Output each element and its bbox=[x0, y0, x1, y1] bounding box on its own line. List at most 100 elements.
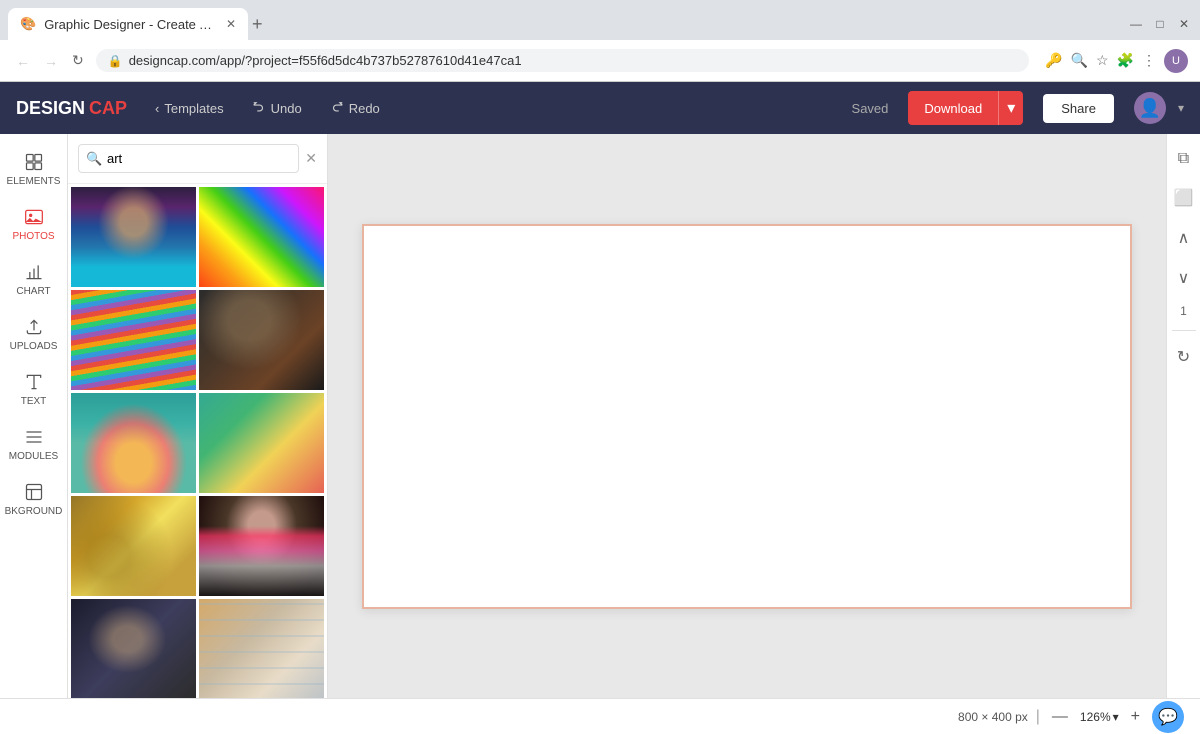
url-bar[interactable]: 🔒 designcap.com/app/?project=f55f6d5dc4b… bbox=[96, 49, 1029, 72]
chevron-left-icon: ‹ bbox=[155, 101, 159, 116]
password-icon[interactable]: 🔑 bbox=[1045, 52, 1062, 69]
undo-label: Undo bbox=[271, 101, 302, 116]
canvas[interactable] bbox=[362, 224, 1132, 609]
browser-profile[interactable]: U bbox=[1164, 49, 1188, 73]
search-bar-container: 🔍 ✕ bbox=[68, 134, 327, 184]
app-shell: DESIGNCAP ‹ Templates Undo Redo Saved Do… bbox=[0, 82, 1200, 734]
chat-icon: 💬 bbox=[1158, 707, 1178, 727]
photo-item-3[interactable] bbox=[71, 290, 196, 390]
settings-icon[interactable]: ⋮ bbox=[1142, 52, 1156, 69]
maximize-button[interactable]: □ bbox=[1152, 16, 1168, 32]
browser-tab[interactable]: 🎨 Graphic Designer - Create Amaz... ✕ bbox=[8, 8, 248, 40]
main-toolbar: DESIGNCAP ‹ Templates Undo Redo Saved Do… bbox=[0, 82, 1200, 134]
arrange-up-icon[interactable]: ∧ bbox=[1174, 224, 1194, 252]
sidebar-item-background[interactable]: BKGROUND bbox=[0, 472, 67, 527]
templates-button[interactable]: ‹ Templates bbox=[147, 97, 232, 120]
zoom-separator: | bbox=[1036, 708, 1040, 726]
download-button[interactable]: Download bbox=[908, 94, 998, 123]
logo: DESIGNCAP bbox=[16, 98, 127, 119]
logo-design: DESIGN bbox=[16, 98, 85, 119]
saved-indicator: Saved bbox=[852, 101, 889, 116]
photo-item-8[interactable] bbox=[199, 496, 324, 596]
photo-item-5[interactable] bbox=[71, 393, 196, 493]
photo-item-9[interactable] bbox=[71, 599, 196, 698]
tab-close-button[interactable]: ✕ bbox=[226, 17, 236, 31]
logo-cap: CAP bbox=[89, 98, 127, 119]
sidebar-item-photos[interactable]: PHOTOS bbox=[0, 197, 67, 252]
canvas-size-text: 800 × 400 px bbox=[958, 710, 1028, 724]
undo-icon bbox=[252, 101, 266, 115]
chat-button[interactable]: 💬 bbox=[1152, 701, 1184, 733]
copy-icon[interactable]: ⧉ bbox=[1174, 146, 1193, 172]
clear-search-button[interactable]: ✕ bbox=[305, 150, 317, 167]
photo-item-7[interactable] bbox=[71, 496, 196, 596]
url-text: designcap.com/app/?project=f55f6d5dc4b73… bbox=[129, 53, 1017, 68]
photo-grid bbox=[68, 184, 327, 698]
search-input[interactable] bbox=[78, 144, 299, 173]
extensions-icon[interactable]: 🧩 bbox=[1117, 52, 1134, 69]
photo-item-2[interactable] bbox=[199, 187, 324, 287]
photo-item-4[interactable] bbox=[199, 290, 324, 390]
share-button[interactable]: Share bbox=[1043, 94, 1114, 123]
tab-title: Graphic Designer - Create Amaz... bbox=[44, 17, 218, 32]
elements-label: ELEMENTS bbox=[7, 176, 61, 187]
photos-panel: 🔍 ✕ bbox=[68, 134, 328, 698]
uploads-label: UPLOADS bbox=[10, 341, 58, 352]
arrange-down-icon[interactable]: ∨ bbox=[1174, 264, 1194, 292]
user-avatar[interactable]: 👤 bbox=[1134, 92, 1166, 124]
sidebar-item-uploads[interactable]: UPLOADS bbox=[0, 307, 67, 362]
user-menu-chevron[interactable]: ▾ bbox=[1178, 101, 1184, 115]
photo-item-10[interactable] bbox=[199, 599, 324, 698]
elements-icon bbox=[24, 152, 44, 172]
bookmark-icon[interactable]: ☆ bbox=[1096, 52, 1109, 69]
zoom-value: 126% bbox=[1080, 710, 1111, 724]
background-icon bbox=[24, 482, 44, 502]
undo-button[interactable]: Undo bbox=[244, 97, 310, 120]
sidebar-item-chart[interactable]: CHART bbox=[0, 252, 67, 307]
user-avatar-image: 👤 bbox=[1139, 98, 1161, 119]
modules-icon bbox=[24, 427, 44, 447]
redo-button[interactable]: Redo bbox=[322, 97, 388, 120]
zoom-in-button[interactable]: + bbox=[1127, 708, 1144, 726]
tab-favicon: 🎨 bbox=[20, 16, 36, 32]
zoom-out-button[interactable]: — bbox=[1048, 708, 1072, 726]
sidebar-item-elements[interactable]: ELEMENTS bbox=[0, 142, 67, 197]
browser-chrome: 🎨 Graphic Designer - Create Amaz... ✕ + … bbox=[0, 0, 1200, 82]
zoom-chevron: ▾ bbox=[1113, 710, 1119, 724]
layer-number: 1 bbox=[1180, 304, 1187, 318]
zoom-level-selector[interactable]: 126% ▾ bbox=[1080, 710, 1119, 724]
window-close-button[interactable]: ✕ bbox=[1176, 16, 1192, 32]
chart-icon bbox=[24, 262, 44, 282]
sidebar-item-text[interactable]: TEXT bbox=[0, 362, 67, 417]
download-button-group: Download ▾ bbox=[908, 91, 1023, 125]
back-button[interactable]: ← bbox=[12, 51, 34, 71]
canvas-area[interactable] bbox=[328, 134, 1166, 698]
bottom-bar: 800 × 400 px | — 126% ▾ + 💬 bbox=[0, 698, 1200, 734]
search-icon: 🔍 bbox=[86, 151, 102, 167]
refresh-button[interactable]: ↻ bbox=[68, 50, 88, 71]
main-content: ELEMENTS PHOTOS CHART UPL bbox=[0, 134, 1200, 698]
templates-label: Templates bbox=[164, 101, 223, 116]
duplicate-icon[interactable]: ⬜ bbox=[1170, 184, 1198, 212]
lock-icon: 🔒 bbox=[108, 54, 123, 68]
text-label: TEXT bbox=[21, 396, 47, 407]
rotate-icon[interactable]: ↻ bbox=[1173, 343, 1194, 371]
right-divider bbox=[1172, 330, 1196, 331]
chart-label: CHART bbox=[16, 286, 50, 297]
photos-label: PHOTOS bbox=[12, 231, 54, 242]
photo-item-6[interactable] bbox=[199, 393, 324, 493]
sidebar-item-modules[interactable]: MODULES bbox=[0, 417, 67, 472]
zoom-icon[interactable]: 🔍 bbox=[1071, 52, 1088, 69]
redo-icon bbox=[330, 101, 344, 115]
uploads-icon bbox=[24, 317, 44, 337]
modules-label: MODULES bbox=[9, 451, 58, 462]
download-dropdown-button[interactable]: ▾ bbox=[998, 91, 1023, 125]
right-panel: ⧉ ⬜ ∧ ∨ 1 ↻ bbox=[1166, 134, 1200, 698]
forward-button[interactable]: → bbox=[40, 51, 62, 71]
redo-label: Redo bbox=[349, 101, 380, 116]
photo-item-1[interactable] bbox=[71, 187, 196, 287]
photos-icon bbox=[24, 207, 44, 227]
new-tab-button[interactable]: + bbox=[252, 14, 263, 35]
text-icon bbox=[24, 372, 44, 392]
minimize-button[interactable]: — bbox=[1128, 16, 1144, 32]
